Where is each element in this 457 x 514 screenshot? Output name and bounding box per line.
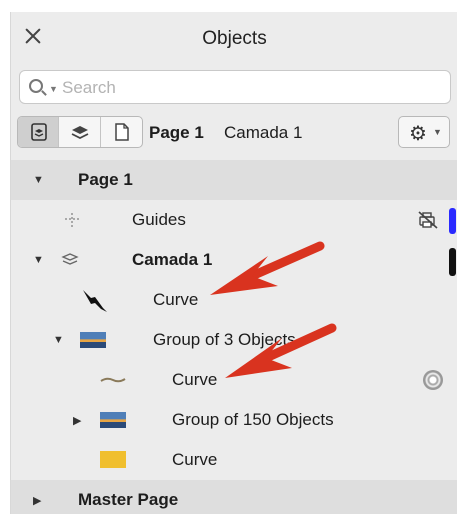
tree-label: Master Page [78,490,179,509]
stack-icon [71,126,89,140]
tree-row-group-3[interactable]: ▼ Group of 3 Objects [11,320,457,360]
tree-row-curve-yellow[interactable]: Curve [11,440,457,480]
chevron-down-icon: ▼ [49,84,58,94]
page-icon [114,123,129,141]
disclosure-down-icon[interactable]: ▼ [53,334,64,346]
options-button[interactable]: ⚙ ▼ [398,116,450,148]
top-strip [0,0,457,12]
tree-row-camada-1[interactable]: ▼ Camada 1 [11,240,457,280]
view-mode-segmented [17,116,143,148]
tree-label: Curve [153,290,199,309]
disclosure-down-icon[interactable]: ▼ [33,254,44,266]
stack-view-button[interactable] [59,117,101,147]
tree-row-master-page[interactable]: ▶ Master Page [11,480,457,514]
tree-row-curve-bird[interactable]: Curve [11,280,457,320]
panel-title: Objects [202,28,267,49]
tree-label: Curve [172,450,218,469]
tree-row-guides[interactable]: Guides [11,200,457,240]
layer-icon [61,253,79,265]
print-disabled-icon[interactable] [417,210,439,230]
target-icon[interactable] [423,370,443,390]
search-placeholder: Search [62,78,116,97]
layer-color-indicator [449,248,456,276]
layers-view-button[interactable] [18,117,60,147]
search-icon [29,79,43,93]
tree-row-group-150[interactable]: ▶ Group of 150 Objects [11,400,457,440]
layers-view-icon [31,123,47,141]
group-thumbnail [80,332,106,348]
tree-label: Curve [172,370,218,389]
yellow-curve-thumbnail [100,451,126,468]
gear-icon: ⚙ [409,123,427,145]
guides-icon [65,213,79,227]
tree-label: Page 1 [78,170,133,189]
group-thumbnail [100,412,126,428]
current-page-label: Page 1 [149,123,204,142]
tree-label: Group of 150 Objects [172,410,334,429]
tree-label: Guides [132,210,186,229]
page-view-button[interactable] [101,117,142,147]
disclosure-down-icon[interactable]: ▼ [33,174,44,186]
view-toolbar: Page 1 Camada 1 ⚙ ▼ [11,112,457,156]
tree-label: Group of 3 Objects [153,330,296,349]
tree-label: Camada 1 [132,250,213,269]
current-layer-label: Camada 1 [224,123,303,142]
tree-row-curve-inner[interactable]: Curve [11,360,457,400]
curve-thumbnail [100,377,126,383]
tree-row-page-1[interactable]: ▼ Page 1 [11,160,457,200]
search-input[interactable]: ▼ Search [19,70,451,104]
panel-header: Objects [11,12,457,60]
layer-color-indicator [449,208,456,234]
bird-curve-thumbnail [83,290,107,312]
disclosure-right-icon[interactable]: ▶ [73,414,81,427]
objects-panel: Objects ▼ Search Page 1 Camada 1 ⚙ ▼ ▼ P… [10,12,457,514]
chevron-down-icon: ▼ [433,127,442,137]
disclosure-right-icon[interactable]: ▶ [33,494,41,507]
